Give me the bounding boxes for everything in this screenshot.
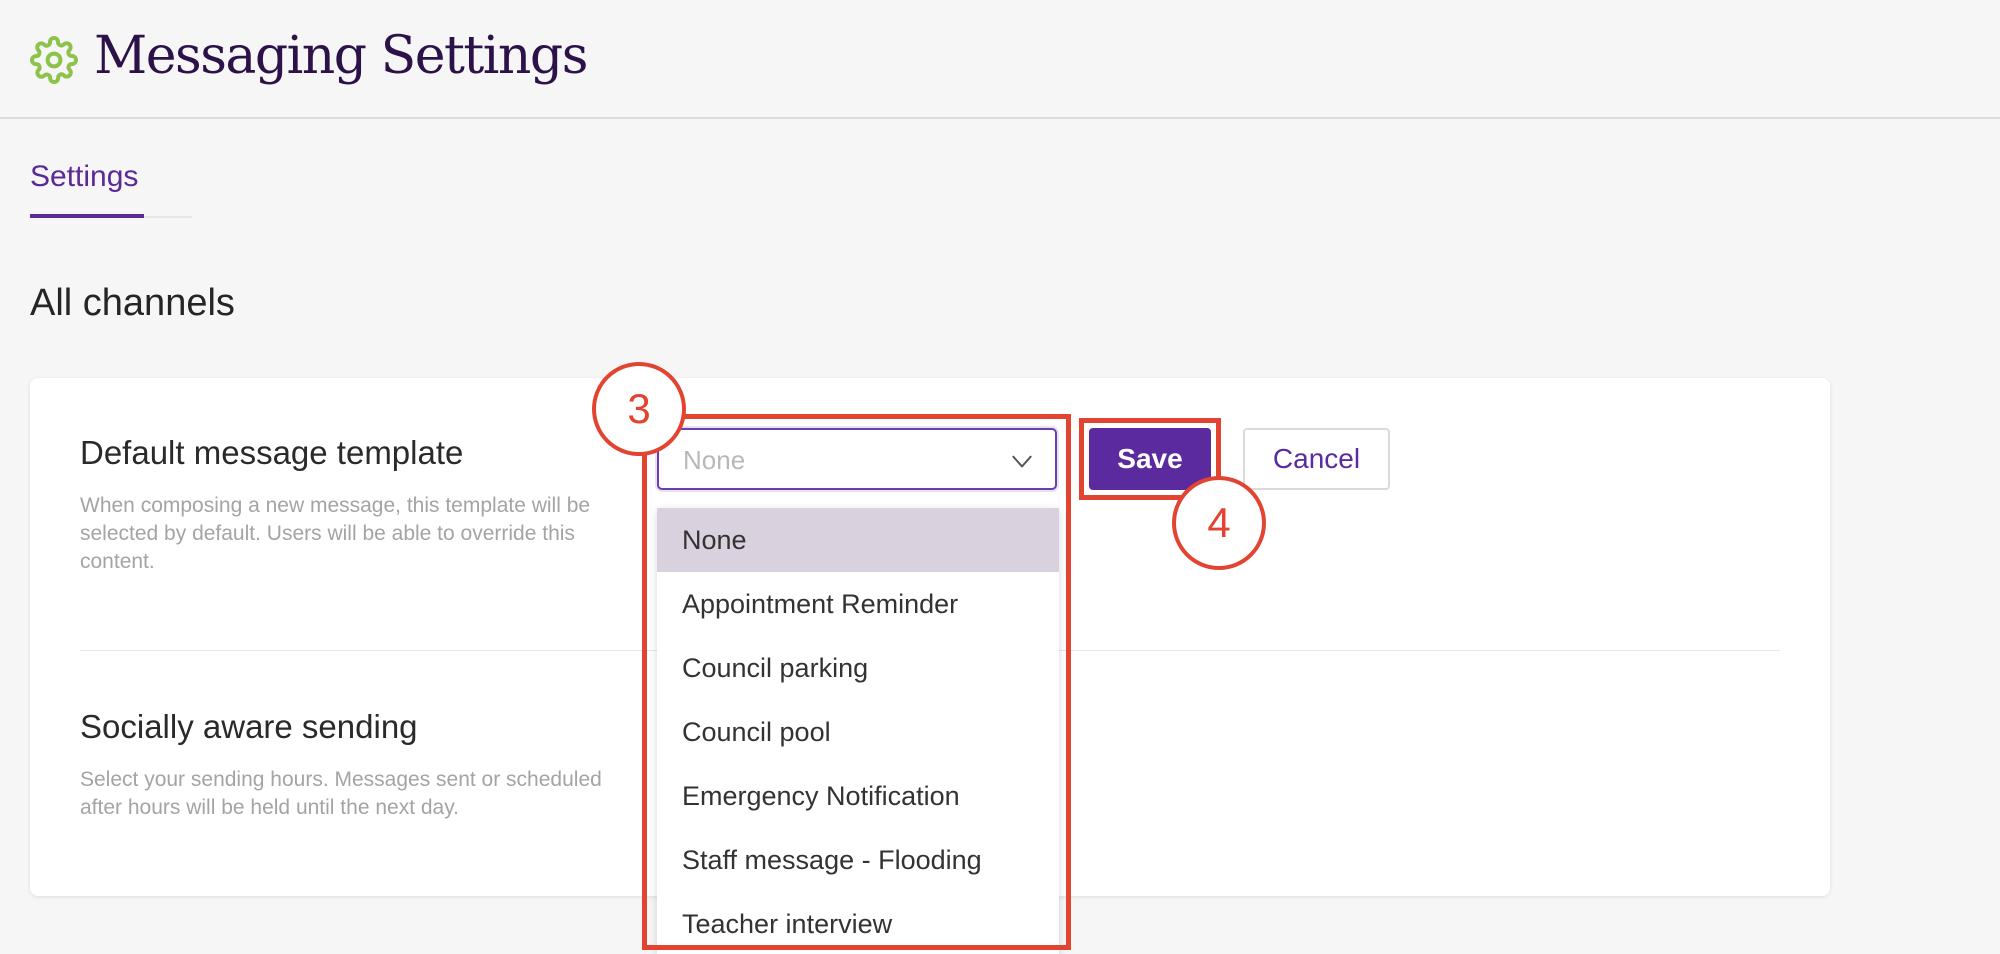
- page-header: Messaging Settings: [0, 0, 2000, 119]
- dropdown-option-emergency-notification[interactable]: Emergency Notification: [657, 764, 1059, 828]
- template-dropdown: None Appointment Reminder Council parkin…: [657, 508, 1059, 954]
- socially-aware-title: Socially aware sending: [80, 708, 418, 745]
- tab-settings[interactable]: Settings: [30, 160, 144, 218]
- save-button[interactable]: Save: [1089, 428, 1211, 490]
- tab-bar: Settings: [30, 160, 192, 218]
- annotation-marker-3: 3: [592, 362, 686, 456]
- template-select-value: None: [683, 445, 746, 475]
- dropdown-option-teacher-interview[interactable]: Teacher interview: [657, 892, 1059, 954]
- default-template-description: When composing a new message, this templ…: [80, 494, 591, 573]
- dropdown-option-council-parking[interactable]: Council parking: [657, 636, 1059, 700]
- chevron-down-icon: [1012, 455, 1032, 468]
- section-title: All channels: [30, 282, 235, 324]
- dropdown-option-none[interactable]: None: [657, 508, 1059, 572]
- socially-aware-description: Select your sending hours. Messages sent…: [80, 768, 602, 819]
- cancel-button[interactable]: Cancel: [1243, 428, 1390, 490]
- page-title: Messaging Settings: [94, 26, 588, 86]
- dropdown-option-appointment-reminder[interactable]: Appointment Reminder: [657, 572, 1059, 636]
- dropdown-option-staff-message-flooding[interactable]: Staff message - Flooding: [657, 828, 1059, 892]
- default-template-title: Default message template: [80, 434, 464, 471]
- gear-icon: [30, 36, 78, 84]
- dropdown-option-council-pool[interactable]: Council pool: [657, 700, 1059, 764]
- template-select[interactable]: None: [657, 428, 1057, 490]
- annotation-marker-4: 4: [1172, 476, 1266, 570]
